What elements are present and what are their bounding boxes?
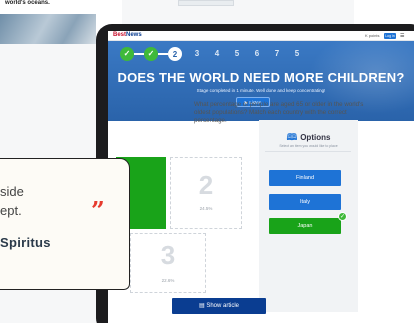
step-3: 3 xyxy=(194,49,200,58)
step-8: 5 xyxy=(294,49,300,58)
scene: world's oceans. BestNews K points Log in… xyxy=(0,0,414,323)
option-italy[interactable]: Italy xyxy=(269,194,341,210)
step-7: 7 xyxy=(274,49,280,58)
quote-mark-icon: ” xyxy=(91,196,105,225)
options-divider xyxy=(265,151,351,152)
step-2: ✓ xyxy=(144,47,158,61)
background-photo xyxy=(0,14,96,44)
quote-line-1: side xyxy=(0,184,24,199)
show-article-button[interactable]: ▤ Show article xyxy=(172,298,266,314)
quote-author: Spiritus xyxy=(0,235,51,250)
book-icon: 🕮 xyxy=(286,132,298,142)
login-button[interactable]: Log in xyxy=(384,33,396,39)
options-title-text: Options xyxy=(300,133,331,142)
background-caption: world's oceans. xyxy=(5,0,50,6)
step-5: 5 xyxy=(234,49,240,58)
logo-best: Best xyxy=(113,32,127,38)
page-title: DOES THE WORLD NEED MORE CHILDREN? xyxy=(117,70,405,85)
check-icon: ✓ xyxy=(338,212,347,221)
stage-status: Stage completed in 1 minute. Well done a… xyxy=(196,88,326,93)
step-1: ✓ xyxy=(120,47,134,61)
menu-icon[interactable]: ☰ xyxy=(400,33,404,39)
tile-number: 3 xyxy=(160,240,176,270)
tile-percent: 24.5% xyxy=(199,206,213,211)
step-6: 6 xyxy=(254,49,260,58)
step-current: 2 xyxy=(168,47,182,61)
step-4: 4 xyxy=(214,49,220,58)
option-japan[interactable]: Japan xyxy=(269,218,341,234)
tile-number: 2 xyxy=(198,170,214,200)
logo-news: News xyxy=(126,32,142,38)
tile-percent: 22.6% xyxy=(161,278,175,283)
option-finland[interactable]: Finland xyxy=(269,170,341,186)
background-card xyxy=(178,0,234,6)
quote-line-2: ept. xyxy=(0,203,22,218)
answer-tile-3[interactable]: 3 22.6% xyxy=(130,233,206,293)
points-link[interactable]: K points xyxy=(365,33,379,38)
options-panel: 🕮 Options Select an item you would like t… xyxy=(259,120,358,312)
quote-card: side ept. ” Spiritus xyxy=(0,158,130,290)
top-bar: BestNews K points Log in ☰ xyxy=(108,31,414,41)
logo[interactable]: BestNews xyxy=(113,32,142,38)
options-help: Select an item you would like to place xyxy=(279,144,338,148)
step-connector xyxy=(134,53,144,55)
step-connector xyxy=(158,53,168,55)
answer-tile-2[interactable]: 2 24.5% xyxy=(170,157,242,229)
